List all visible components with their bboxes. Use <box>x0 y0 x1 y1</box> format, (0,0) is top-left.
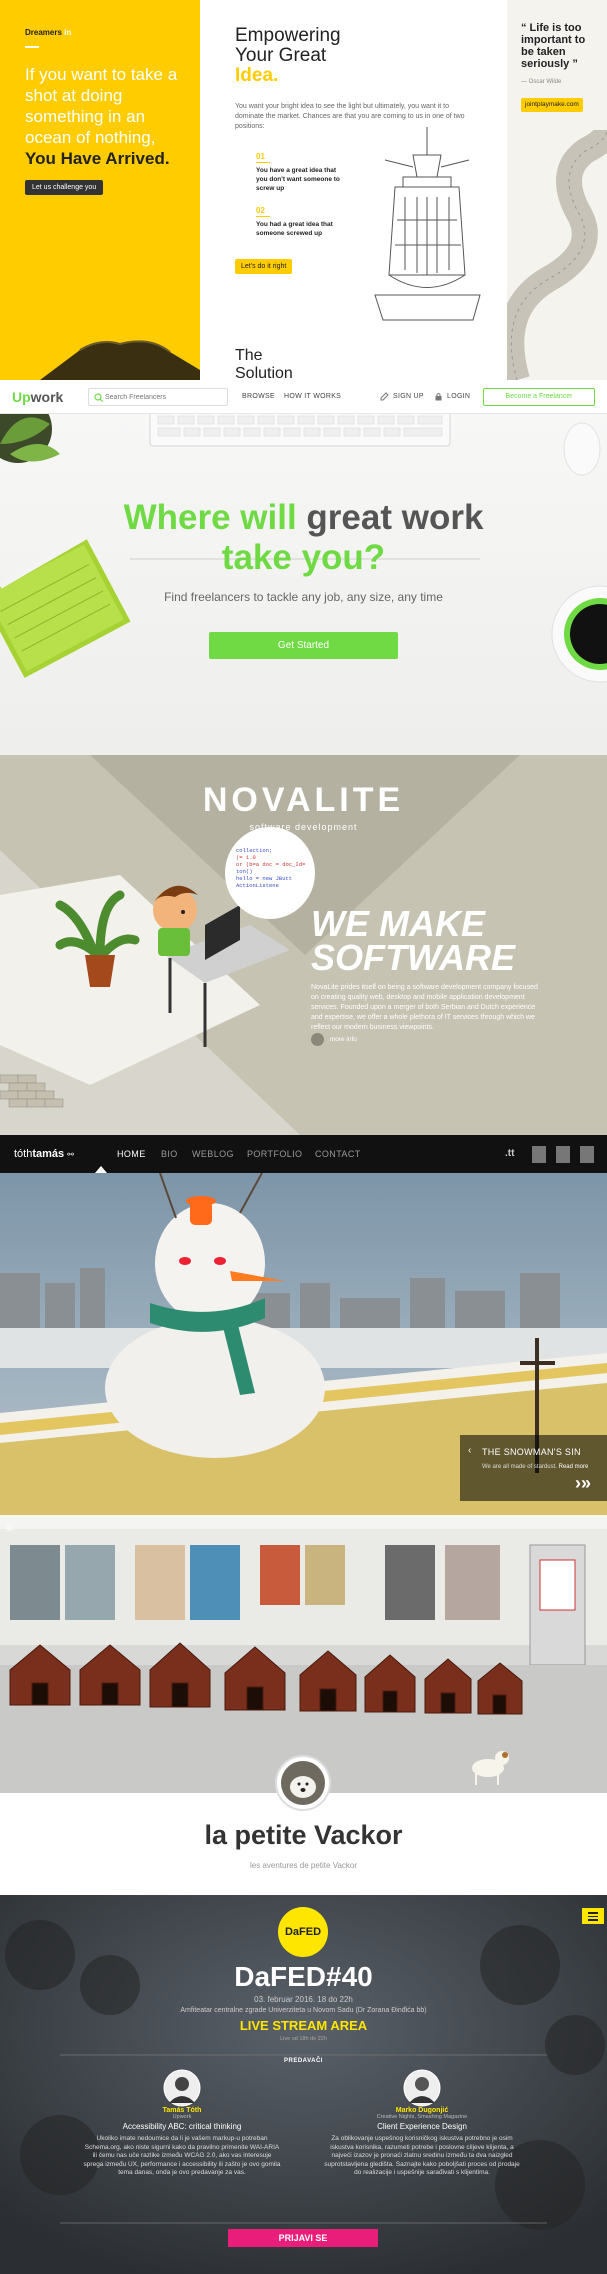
speaker-topic-2: Client Experience Design <box>377 2122 467 2131</box>
dafed-logo[interactable]: DaFED <box>278 1907 328 1957</box>
more-info-link[interactable]: more info <box>311 1033 357 1046</box>
dreamers-panel: Dreamers in If you want to take a shot a… <box>0 0 607 380</box>
code-bubble: collection; (= 1.0 or (b=a doc = doc_Id=… <box>236 847 306 889</box>
live-stream-subtitle: Live od 18h do 22h <box>280 2036 327 2042</box>
search-input[interactable] <box>105 391 223 404</box>
blog-title: la petite Vackor <box>204 1820 403 1850</box>
jointplaymake-link[interactable]: jointplaymake.com <box>521 98 583 112</box>
oscar-wilde-quote: “ Life is too important to be taken seri… <box>521 22 586 70</box>
post-caption: ‹ THE SNOWMAN'S SIN We are all made of s… <box>460 1435 607 1501</box>
event-venue: Amfiteatar centralne zgrade Univerziteta… <box>180 2007 427 2014</box>
novalite-tagline: software development <box>249 822 358 832</box>
social-icon-2[interactable] <box>556 1146 570 1163</box>
novalite-headline: WE MAKE SOFTWARE <box>311 903 515 978</box>
event-date: 03. februar 2016. 18 do 22h <box>254 1995 353 2004</box>
octopus-tentacle-sketch <box>507 130 607 380</box>
upwork-logo[interactable]: Upwork <box>12 389 63 405</box>
solution-title: The Solution <box>235 347 293 380</box>
nav-login[interactable]: LOGIN <box>447 393 470 400</box>
social-icon-3[interactable] <box>580 1146 594 1163</box>
speaker-desc-1: Ukoliko imate nedoumice da li je vašem m… <box>83 2135 281 2176</box>
nav-weblog[interactable]: WEBLOG <box>192 1149 234 1159</box>
vackor-panel: ≡ la petite Vackor les aventures de peti… <box>0 1515 607 1895</box>
novalite-logo[interactable]: NOVALITE <box>0 781 607 820</box>
dreamers-logo[interactable]: Dreamers in <box>25 28 71 37</box>
option-text-1: You have a great idea that you don't wan… <box>256 167 340 192</box>
social-icon-1[interactable] <box>532 1146 546 1163</box>
nav-how-it-works[interactable]: HOW IT WORKS <box>284 393 341 400</box>
get-started-button[interactable]: Get Started <box>209 632 398 659</box>
option-text-2: You had a great idea that someone screwe… <box>256 221 333 237</box>
upwork-hero: Where will great work take you? Find fre… <box>0 414 607 755</box>
nav-signup[interactable]: SIGN UP <box>393 393 424 400</box>
caption-chevron-icon: ‹ <box>468 1445 472 1456</box>
speaker-photo-1 <box>163 2069 201 2107</box>
upwork-headline: Where will great work take you? <box>123 498 484 577</box>
nav-contact[interactable]: CONTACT <box>315 1149 361 1159</box>
dreamers-headline: If you want to take a shot at doing some… <box>25 65 178 168</box>
nav-bio[interactable]: BIO <box>161 1149 178 1159</box>
option-number-2: 02 <box>256 206 265 215</box>
dreamers-title: Empowering Your Great Idea. <box>235 25 341 86</box>
novalite-description: NovaLite prides itself on being a softwa… <box>311 984 538 1031</box>
speaker-name-2[interactable]: Marko Dugonjić <box>322 2107 522 2114</box>
read-more-link[interactable]: Read more <box>559 1464 589 1470</box>
option-rule-2 <box>256 216 270 217</box>
dreamers-yellow-column: Dreamers in If you want to take a shot a… <box>0 0 200 380</box>
register-button[interactable]: PRIJAVI SE <box>228 2229 378 2247</box>
challenge-button[interactable]: Let us challenge you <box>25 180 104 195</box>
upwork-panel: Upwork BROWSE HOW IT WORKS SIGN UP LOGIN… <box>0 380 607 755</box>
pencil-icon <box>380 392 389 401</box>
tothtamas-logo[interactable]: tóthtamás ⚯ <box>14 1148 74 1160</box>
tothtamas-navbar: tóthtamás ⚯ HOME BIO WEBLOG PORTFOLIO CO… <box>0 1135 607 1173</box>
nav-portfolio[interactable]: PORTFOLIO <box>247 1149 302 1159</box>
upwork-subtitle: Find freelancers to tackle any job, any … <box>164 590 443 604</box>
active-indicator <box>95 1166 107 1173</box>
desk-scene <box>0 414 607 683</box>
mountain-illustration <box>40 340 200 380</box>
quote-author: — Oscar Wilde <box>521 79 562 85</box>
speaker-name-1[interactable]: Tamás Tóth <box>82 2107 282 2114</box>
tt-mark: .tt <box>505 1148 515 1159</box>
lock-icon <box>435 393 442 401</box>
live-stream-link[interactable]: LIVE STREAM AREA <box>0 2018 607 2033</box>
caption-text: We are all made of stardust. Read more <box>482 1464 589 1470</box>
dreamers-content: Empowering Your Great Idea. You want you… <box>200 0 507 380</box>
do-it-right-button[interactable]: Let's do it right <box>235 259 293 274</box>
search-icon <box>94 393 103 402</box>
dafed-panel: DaFED DaFED#40 03. februar 2016. 18 do 2… <box>0 1895 607 2274</box>
speaker-role-1: Upwork <box>172 2114 192 2120</box>
dreamers-divider <box>25 46 39 48</box>
nav-browse[interactable]: BROWSE <box>242 393 275 400</box>
dog-houses-photo <box>0 1515 607 1793</box>
speaker-desc-2: Za oblikovanje uspešnog korisničkog isku… <box>324 2135 520 2176</box>
blog-subtitle: les aventures de petite Vackor <box>249 1861 358 1870</box>
upwork-navbar: Upwork BROWSE HOW IT WORKS SIGN UP LOGIN… <box>0 380 607 414</box>
speakers-label: PREDAVAČI <box>284 2058 323 2064</box>
caption-title[interactable]: THE SNOWMAN'S SIN <box>482 1447 581 1457</box>
author-avatar[interactable] <box>275 1755 331 1811</box>
speaker-topic-1: Accessibility ABC: critical thinking <box>122 2122 242 2131</box>
next-arrows-icon[interactable]: ›» <box>575 1473 591 1494</box>
menu-button[interactable] <box>582 1908 604 1924</box>
event-title: DaFED#40 <box>234 1961 373 1992</box>
nav-home[interactable]: HOME <box>117 1149 146 1159</box>
speaker-card-2: Marko Dugonjić Creative Nights, Smashing… <box>322 2069 522 2178</box>
speaker-card-1: Tamás Tóth Upwork Accessibility ABC: cri… <box>82 2069 282 2178</box>
option-number-1: 01 <box>256 152 265 161</box>
speaker-photo-2 <box>403 2069 441 2107</box>
bicycle-icon: ⚯ <box>67 1150 74 1159</box>
upwork-search-box <box>88 388 228 406</box>
lighthouse-sketch <box>374 127 481 321</box>
hamburger-menu-icon[interactable]: ≡ <box>6 1521 13 1535</box>
dreamers-sidebar: “ Life is too important to be taken seri… <box>507 0 607 380</box>
option-rule-1 <box>256 162 270 163</box>
novalite-panel: collection; (= 1.0 or (b=a doc = doc_Id=… <box>0 755 607 1135</box>
tothtamas-panel: tóthtamás ⚯ HOME BIO WEBLOG PORTFOLIO CO… <box>0 1135 607 1515</box>
more-info-icon <box>311 1033 324 1046</box>
become-freelancer-button[interactable]: Become a Freelancer <box>483 388 595 406</box>
speaker-role-2: Creative Nights, Smashing Magazine <box>376 2114 468 2120</box>
